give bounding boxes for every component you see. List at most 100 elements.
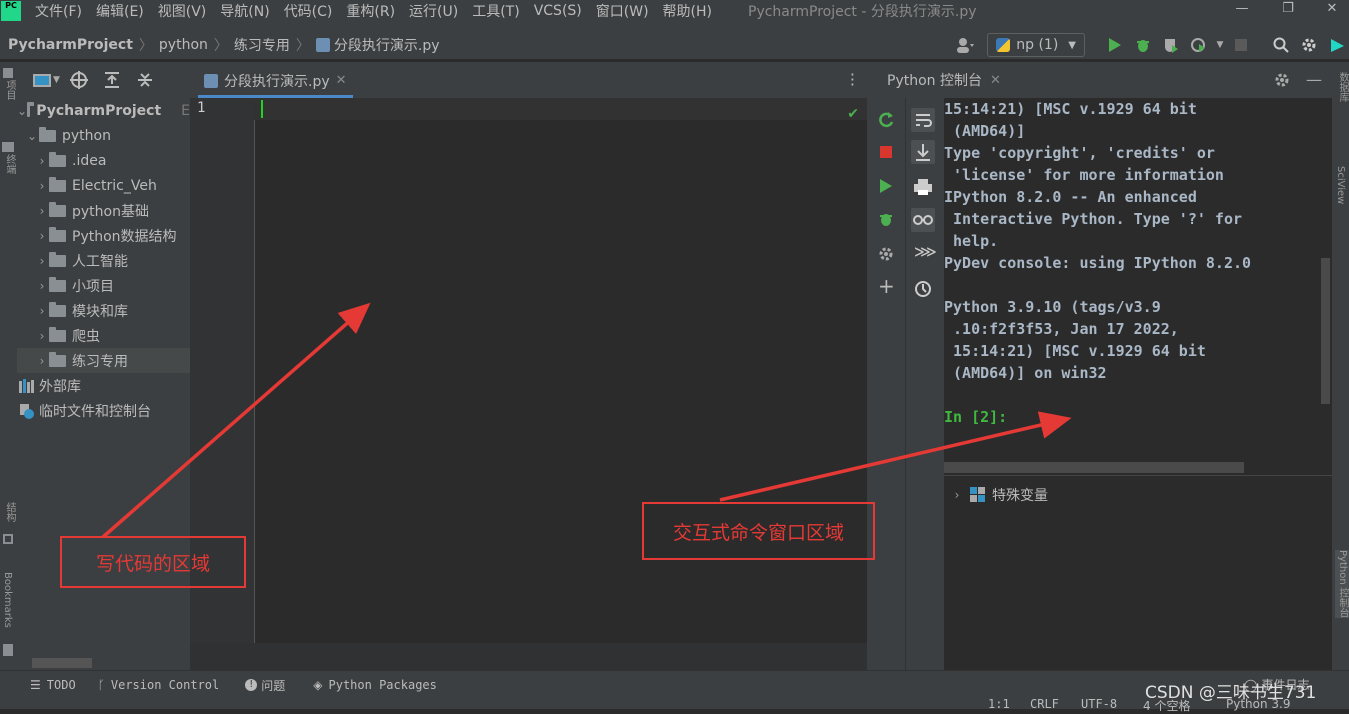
run-icon[interactable] [880,179,892,193]
stop-icon[interactable] [880,146,892,158]
run-config-select[interactable]: np (1) ▼ [987,33,1085,57]
chevron-right-icon[interactable]: › [950,488,964,502]
gear-icon[interactable] [878,246,894,262]
breadcrumb-file[interactable]: 分段执行演示.py [334,35,440,55]
close-tab-icon[interactable]: ✕ [336,73,347,88]
database-tool-label[interactable]: 数据库 [1335,72,1349,102]
expand-all-icon[interactable] [103,71,121,89]
editor-hscroll[interactable] [190,643,867,670]
more-options-icon[interactable]: · · · [850,67,855,93]
bookmarks-tool-label[interactable]: Bookmarks [2,572,13,628]
tree-scratches[interactable]: 临时文件和控制台 [17,398,190,423]
tree-folder-python[interactable]: ⌄ python [17,123,190,148]
add-icon[interactable]: + [878,274,895,298]
menu-help[interactable]: 帮助(H) [663,1,712,21]
menu-view[interactable]: 视图(V) [158,1,207,21]
rerun-icon[interactable] [877,110,895,128]
chevron-right-icon[interactable]: › [35,304,49,318]
view-mode-icon[interactable] [33,73,51,87]
plugin-icon[interactable] [1325,33,1349,57]
python-packages-tool[interactable]: ◈ Python Packages [313,678,437,692]
breadcrumb-folder[interactable]: 练习专用 [234,35,290,55]
menu-tools[interactable]: 工具(T) [472,1,519,21]
project-hscroll[interactable] [32,658,92,668]
bookmark-icon[interactable] [3,644,13,656]
collapse-all-icon[interactable] [136,71,154,89]
run-icon[interactable] [1103,33,1127,57]
terminal-tool-label[interactable]: 终端 [2,154,17,174]
chevron-down-icon[interactable]: ▼ [53,75,60,85]
chevron-right-icon[interactable]: › [35,329,49,343]
chevron-right-icon[interactable]: › [35,254,49,268]
gear-icon[interactable] [1297,33,1321,57]
menu-refactor[interactable]: 重构(R) [346,1,395,21]
profile-icon[interactable] [1187,33,1211,57]
tree-root[interactable]: ⌄ PycharmProject E [17,98,190,123]
soft-wrap-icon[interactable] [911,108,935,132]
print-icon[interactable] [913,178,933,196]
breadcrumb-python[interactable]: python [159,37,208,53]
minimize-button[interactable]: — [1222,0,1262,21]
problems-tool[interactable]: ! 问题 [245,677,285,694]
code-editor[interactable]: 1 ✔ [190,98,867,670]
chevron-right-icon[interactable]: › [35,154,49,168]
tree-folder-item[interactable]: › python基础 [17,198,190,223]
search-icon[interactable] [1269,33,1293,57]
editor-tab-active[interactable]: 分段执行演示.py ✕ [198,66,353,98]
menu-run[interactable]: 运行(U) [409,1,458,21]
console-prompt[interactable]: In [2]: [944,406,1332,428]
debug-icon[interactable] [878,211,894,227]
chevron-down-icon[interactable]: ⌄ [17,104,27,118]
tree-external-libraries[interactable]: 外部库 [17,373,190,398]
chevron-right-icon[interactable]: › [35,354,49,368]
special-variables-row[interactable]: › 特殊变量 [950,482,1332,507]
menu-file[interactable]: 文件(F) [35,1,82,21]
tree-folder-item[interactable]: › 小项目 [17,273,190,298]
terminal-tool-icon[interactable] [2,142,14,152]
tree-folder-item[interactable]: › 爬虫 [17,323,190,348]
tree-folder-item[interactable]: › 模块和库 [17,298,190,323]
menu-navigate[interactable]: 导航(N) [220,1,269,21]
gear-icon[interactable] [1274,72,1290,88]
show-variables-icon[interactable] [911,208,935,232]
inspection-ok-icon[interactable]: ✔ [847,106,859,122]
version-control-tool[interactable]: ᚴ Version Control [98,678,220,692]
hide-panel-icon[interactable]: — [1306,70,1322,89]
console-vscroll[interactable] [1321,258,1330,404]
structure-tool-icon[interactable] [3,534,13,544]
chevron-down-icon[interactable]: ▼ [1215,33,1225,57]
debug-icon[interactable] [1131,33,1155,57]
tree-folder-item[interactable]: › 练习专用 [17,348,190,373]
chevron-right-icon[interactable]: › [35,229,49,243]
history-icon[interactable] [914,280,932,298]
console-output[interactable]: 15:14:21) [MSC v.1929 64 bit (AMD64)] Typ… [944,98,1332,475]
chevron-right-icon[interactable]: › [35,279,49,293]
menu-window[interactable]: 窗口(W) [596,1,649,21]
breadcrumb-project[interactable]: PycharmProject [8,37,133,53]
console-tab-label[interactable]: Python 控制台 [887,70,982,90]
menu-edit[interactable]: 编辑(E) [96,1,144,21]
execute-queue-icon[interactable]: ⋙ [914,242,937,261]
project-tool-icon[interactable] [3,68,13,78]
coverage-icon[interactable] [1159,33,1183,57]
chevron-right-icon[interactable]: › [35,179,49,193]
project-tool-label[interactable]: 项目 [2,80,17,100]
todo-tool[interactable]: ☰ TODO [30,678,76,692]
tree-folder-item[interactable]: › Electric_Veh [17,173,190,198]
chevron-down-icon[interactable]: ⌄ [25,129,39,143]
tree-folder-item[interactable]: › .idea [17,148,190,173]
menu-code[interactable]: 代码(C) [284,1,333,21]
chevron-right-icon[interactable]: › [35,204,49,218]
scroll-to-end-icon[interactable] [911,140,935,164]
stop-icon[interactable] [1229,33,1253,57]
tree-folder-item[interactable]: › 人工智能 [17,248,190,273]
console-hscroll[interactable] [944,462,1244,473]
close-tab-icon[interactable]: ✕ [990,73,1001,88]
tree-folder-item[interactable]: › Python数据结构 [17,223,190,248]
python-console-tool-label[interactable]: Python 控制台 [1335,550,1349,618]
user-icon[interactable] [953,33,977,57]
locate-icon[interactable] [69,71,88,89]
close-window-button[interactable]: ✕ [1312,0,1349,21]
menu-vcs[interactable]: VCS(S) [534,3,582,19]
structure-tool-label[interactable]: 结构 [2,502,17,522]
